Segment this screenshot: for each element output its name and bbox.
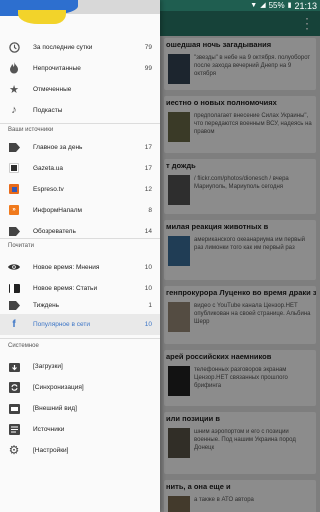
facebook-icon: f (12, 318, 16, 330)
drawer-item-appearance[interactable]: [Внешний вид] (0, 398, 160, 419)
nv-icon (8, 282, 20, 294)
download-icon (8, 360, 20, 372)
battery-icon: ▮ (287, 2, 292, 9)
drawer-item-count: 12 (144, 186, 152, 193)
flag-yellow-stripe (18, 10, 66, 24)
drawer-item-label: Обозреватель (33, 228, 76, 235)
informnapalm-icon: » (8, 204, 20, 216)
drawer-item-label: Непрочитанные (33, 65, 81, 72)
drawer-item-count: 14 (144, 228, 152, 235)
drawer-item-label: Источники (33, 426, 65, 433)
section-header-sources: Ваши источники (8, 127, 54, 133)
drawer-item-count: 10 (144, 264, 152, 271)
drawer-item-label: Gazeta.ua (33, 165, 63, 172)
drawer-item-count: 79 (144, 44, 152, 51)
drawer-item-label: Подкасты (33, 107, 63, 114)
ukraine-flag-header (0, 0, 160, 28)
drawer-item-label: Новое время: Мнения (33, 264, 100, 271)
drawer-item-read[interactable]: Тиждень 1 (0, 295, 160, 316)
clock-time: 21:13 (294, 0, 317, 11)
drawer-item-count: 17 (144, 144, 152, 151)
label-icon (8, 141, 20, 153)
drawer-item-sync[interactable]: [Синхронизация] (0, 377, 160, 398)
drawer-item-count: 10 (144, 321, 152, 328)
signal-icon: ◢ (260, 2, 266, 9)
drawer-item-count: 17 (144, 165, 152, 172)
section-header-system: Системное (8, 343, 39, 349)
drawer-item-starred[interactable]: ★ Отмеченные (0, 79, 160, 100)
drawer-item-label: ИнформНапалм (33, 207, 83, 214)
drawer-item-sources[interactable]: Источники (0, 419, 160, 440)
drawer-item-downloads[interactable]: [Загрузки] (0, 356, 160, 377)
drawer-item-source[interactable]: Главное за день 17 (0, 137, 160, 158)
section-header-read: Почитати (8, 243, 34, 249)
battery-percent: 55% (268, 1, 285, 10)
drawer-item-count: 1 (148, 302, 152, 309)
drawer-item-count: 8 (148, 207, 152, 214)
drawer-item-label: [Синхронизация] (33, 384, 84, 391)
status-indicators: ▼ ◢ 55% ▮ 21:13 (250, 0, 317, 11)
drawer-item-label: [Загрузки] (33, 363, 63, 370)
drawer-item-unread[interactable]: Непрочитанные 99 (0, 58, 160, 79)
drawer-item-read-selected[interactable]: f Популярное в сети 10 (0, 314, 160, 335)
divider (0, 238, 160, 239)
label-icon (8, 225, 20, 237)
drawer-item-podcasts[interactable]: ♪ Подкасты (0, 100, 160, 121)
drawer-item-last-day[interactable]: За последние сутки 79 (0, 37, 160, 58)
appearance-icon (8, 402, 20, 414)
drawer-scrim[interactable] (160, 11, 320, 512)
star-icon: ★ (9, 83, 19, 96)
drawer-item-settings[interactable]: ⚙ [Настройки] (0, 440, 160, 461)
drawer-item-label: [Настройки] (33, 447, 69, 454)
drawer-item-label: За последние сутки (33, 44, 93, 51)
drawer-item-label: Espreso.tv (33, 186, 64, 193)
gazeta-icon (8, 162, 20, 174)
eye-icon (8, 261, 20, 273)
wifi-icon: ▼ (250, 2, 258, 9)
drawer-item-label: Популярное в сети (33, 321, 90, 328)
sync-icon (8, 381, 20, 393)
music-note-icon: ♪ (11, 104, 17, 116)
drawer-item-label: Тиждень (33, 302, 60, 309)
divider (0, 338, 160, 339)
drawer-item-source[interactable]: » ИнформНапалм 8 (0, 200, 160, 221)
drawer-item-source[interactable]: Espreso.tv 12 (0, 179, 160, 200)
drawer-item-count: 99 (144, 65, 152, 72)
drawer-item-label: Главное за день (33, 144, 83, 151)
drawer-item-label: [Внешний вид] (33, 405, 77, 412)
sources-icon (8, 423, 20, 435)
drawer-item-label: Отмеченные (33, 86, 72, 93)
clock-icon (8, 41, 20, 53)
drawer-item-label: Новое время: Статьи (33, 285, 98, 292)
navigation-drawer: За последние сутки 79 Непрочитанные 99 ★… (0, 0, 160, 512)
label-icon (8, 299, 20, 311)
drawer-item-read[interactable]: Новое время: Мнения 10 (0, 257, 160, 278)
gear-icon: ⚙ (8, 443, 20, 457)
divider (0, 123, 160, 124)
drawer-item-source[interactable]: Gazeta.ua 17 (0, 158, 160, 179)
espreso-icon (8, 183, 20, 195)
drawer-item-count: 10 (144, 285, 152, 292)
fire-icon (8, 62, 20, 74)
